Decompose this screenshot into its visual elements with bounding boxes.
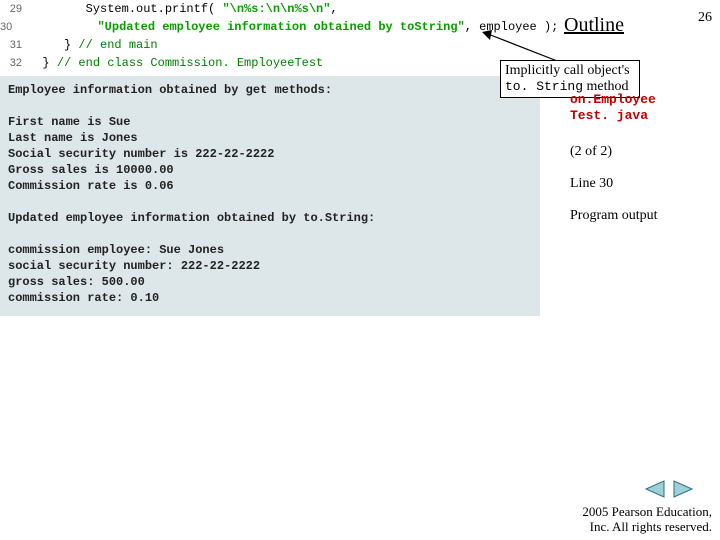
- line-number: 32: [0, 54, 28, 72]
- code-line: 32 } // end class Commission. EmployeeTe…: [0, 54, 540, 72]
- output-line: commission employee: Sue Jones: [8, 242, 532, 258]
- output-line: [8, 226, 532, 242]
- code-content: } // end class Commission. EmployeeTest: [28, 54, 323, 72]
- file-label: on.EmployeeTest. java: [570, 92, 720, 124]
- outline-heading: Outline: [564, 14, 624, 37]
- output-line: social security number: 222-22-2222: [8, 258, 532, 274]
- output-line: Social security number is 222-22-2222: [8, 146, 532, 162]
- output-line: Updated employee information obtained by…: [8, 210, 532, 226]
- next-icon[interactable]: [672, 480, 694, 498]
- code-line: 31 } // end main: [0, 36, 540, 54]
- side-note-output: Program output: [570, 208, 658, 224]
- side-note-page: (2 of 2): [570, 144, 612, 160]
- copyright: 2005 Pearson Education,Inc. All rights r…: [582, 504, 712, 534]
- output-line: Commission rate is 0.06: [8, 178, 532, 194]
- line-number: 29: [0, 0, 28, 18]
- output-line: commission rate: 0.10: [8, 290, 532, 306]
- output-line: First name is Sue: [8, 114, 532, 130]
- output-line: [8, 98, 532, 114]
- output-line: Gross sales is 10000.00: [8, 162, 532, 178]
- line-number: 30: [0, 18, 18, 36]
- code-content: } // end main: [28, 36, 158, 54]
- side-note-line: Line 30: [570, 176, 613, 192]
- code-block: 29 System.out.printf( "\n%s:\n\n%s\n",30…: [0, 0, 540, 72]
- page-number: 26: [698, 10, 712, 26]
- output-line: Employee information obtained by get met…: [8, 82, 532, 98]
- output-line: [8, 194, 532, 210]
- code-line: 29 System.out.printf( "\n%s:\n\n%s\n",: [0, 0, 540, 18]
- output-line: gross sales: 500.00: [8, 274, 532, 290]
- output-line: Last name is Jones: [8, 130, 532, 146]
- code-content: "Updated employee information obtained b…: [18, 18, 558, 36]
- code-content: System.out.printf( "\n%s:\n\n%s\n",: [28, 0, 338, 18]
- callout-text-1: Implicitly call object's: [505, 63, 630, 78]
- nav-icons: [644, 480, 694, 498]
- line-number: 31: [0, 36, 28, 54]
- code-line: 30 "Updated employee information obtaine…: [0, 18, 540, 36]
- prev-icon[interactable]: [644, 480, 666, 498]
- program-output: Employee information obtained by get met…: [0, 76, 540, 316]
